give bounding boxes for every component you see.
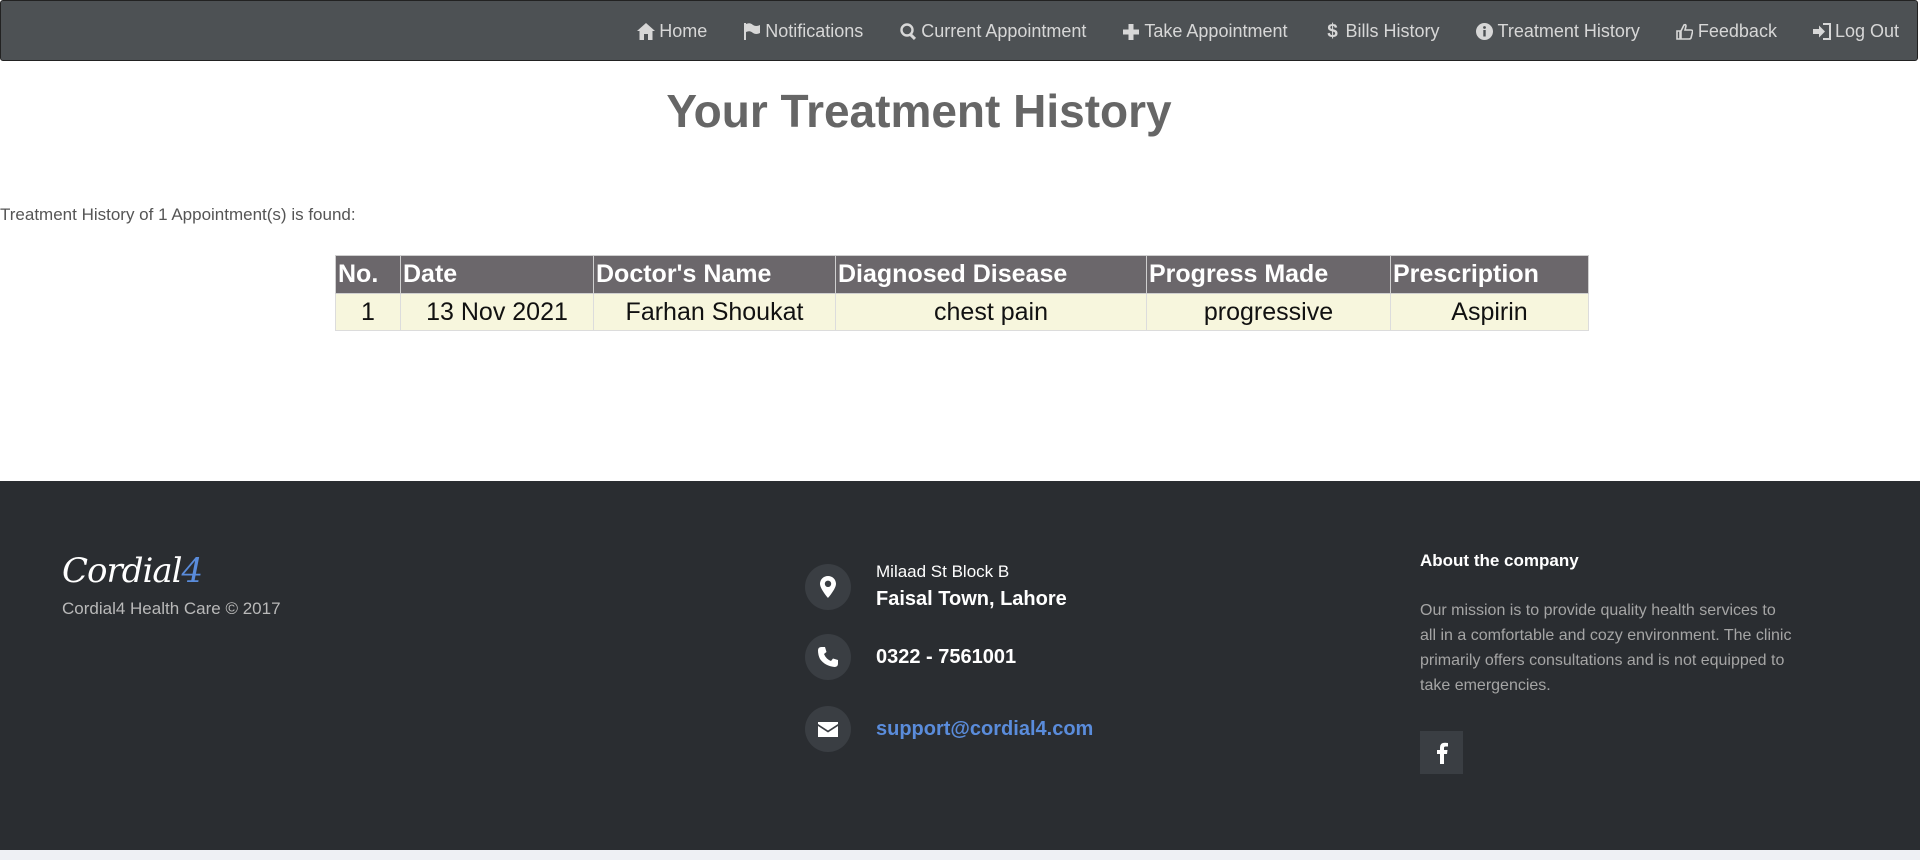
- nav-bills-history[interactable]: $ Bills History: [1324, 20, 1440, 42]
- nav-home-label: Home: [659, 21, 708, 41]
- flag-icon: [743, 23, 761, 41]
- email-row: support@cordial4.com: [805, 706, 1093, 752]
- cell-no: 1: [335, 293, 401, 331]
- treatment-history-table: No. Date Doctor's Name Diagnosed Disease…: [335, 255, 1589, 331]
- cell-prescription: Aspirin: [1390, 293, 1589, 331]
- address-row: Milaad St Block B Faisal Town, Lahore: [805, 562, 1067, 611]
- cell-date: 13 Nov 2021: [400, 293, 594, 331]
- dollar-icon: $: [1327, 20, 1338, 42]
- support-email-link[interactable]: support@cordial4.com: [876, 718, 1093, 741]
- column-header-no: No.: [335, 255, 401, 294]
- home-icon: [637, 23, 656, 41]
- column-header-doctor: Doctor's Name: [593, 255, 836, 294]
- nav-logout[interactable]: Log Out: [1812, 21, 1899, 42]
- nav-feedback-label: Feedback: [1697, 21, 1777, 41]
- nav-feedback[interactable]: Feedback: [1676, 21, 1777, 42]
- footer-bottom-strip: [0, 850, 1920, 860]
- nav-take-appointment[interactable]: Take Appointment: [1122, 21, 1288, 42]
- about-title: About the company: [1420, 551, 1579, 570]
- copyright-text: Cordial4 Health Care © 2017: [62, 599, 281, 618]
- column-header-prescription: Prescription: [1390, 255, 1589, 294]
- nav-treatment-history-label: Treatment History: [1497, 21, 1640, 41]
- phone-icon: [805, 634, 851, 680]
- envelope-icon: [805, 706, 851, 752]
- column-header-date: Date: [400, 255, 594, 294]
- logo-text: Cordial: [62, 551, 183, 591]
- address-line-1: Milaad St Block B: [876, 562, 1010, 581]
- column-header-progress: Progress Made: [1146, 255, 1391, 294]
- nav-home[interactable]: Home: [637, 21, 707, 42]
- address-line-2: Faisal Town, Lahore: [876, 588, 1067, 610]
- nav-notifications-label: Notifications: [765, 21, 864, 41]
- nav-notifications[interactable]: Notifications: [743, 21, 863, 42]
- about-text: Our mission is to provide quality health…: [1420, 602, 1792, 694]
- top-navbar: Home Notifications Current Appointment T…: [0, 0, 1918, 61]
- nav-current-appointment-label: Current Appointment: [921, 21, 1087, 41]
- phone-row: 0322 - 7561001: [805, 634, 1016, 680]
- page-title: Your Treatment History: [666, 85, 1172, 137]
- nav-logout-label: Log Out: [1834, 21, 1899, 41]
- column-header-disease: Diagnosed Disease: [835, 255, 1147, 294]
- nav-take-appointment-label: Take Appointment: [1144, 21, 1288, 41]
- table-header-row: No. Date Doctor's Name Diagnosed Disease…: [335, 255, 1589, 294]
- cell-disease: chest pain: [835, 293, 1147, 331]
- facebook-button[interactable]: [1420, 731, 1463, 774]
- history-summary: Treatment History of 1 Appointment(s) is…: [0, 205, 356, 224]
- nav-bills-history-label: Bills History: [1345, 21, 1440, 41]
- phone-number: 0322 - 7561001: [876, 645, 1017, 668]
- nav-current-appointment[interactable]: Current Appointment: [899, 21, 1086, 42]
- table-row: 1 13 Nov 2021 Farhan Shoukat chest pain …: [335, 293, 1589, 331]
- search-icon: [899, 23, 917, 41]
- plus-icon: [1122, 23, 1140, 41]
- facebook-icon: [1436, 742, 1448, 764]
- thumbs-up-icon: [1676, 23, 1694, 41]
- info-icon: [1476, 23, 1494, 41]
- cell-doctor: Farhan Shoukat: [593, 293, 836, 331]
- logout-icon: [1812, 23, 1831, 41]
- cell-progress: progressive: [1146, 293, 1391, 331]
- logo-accent: 4: [181, 551, 204, 591]
- nav-treatment-history[interactable]: Treatment History: [1476, 21, 1640, 42]
- nav-menu: Home Notifications Current Appointment T…: [619, 1, 1917, 62]
- footer-logo[interactable]: Cordial4: [62, 551, 204, 591]
- location-pin-icon: [805, 563, 851, 610]
